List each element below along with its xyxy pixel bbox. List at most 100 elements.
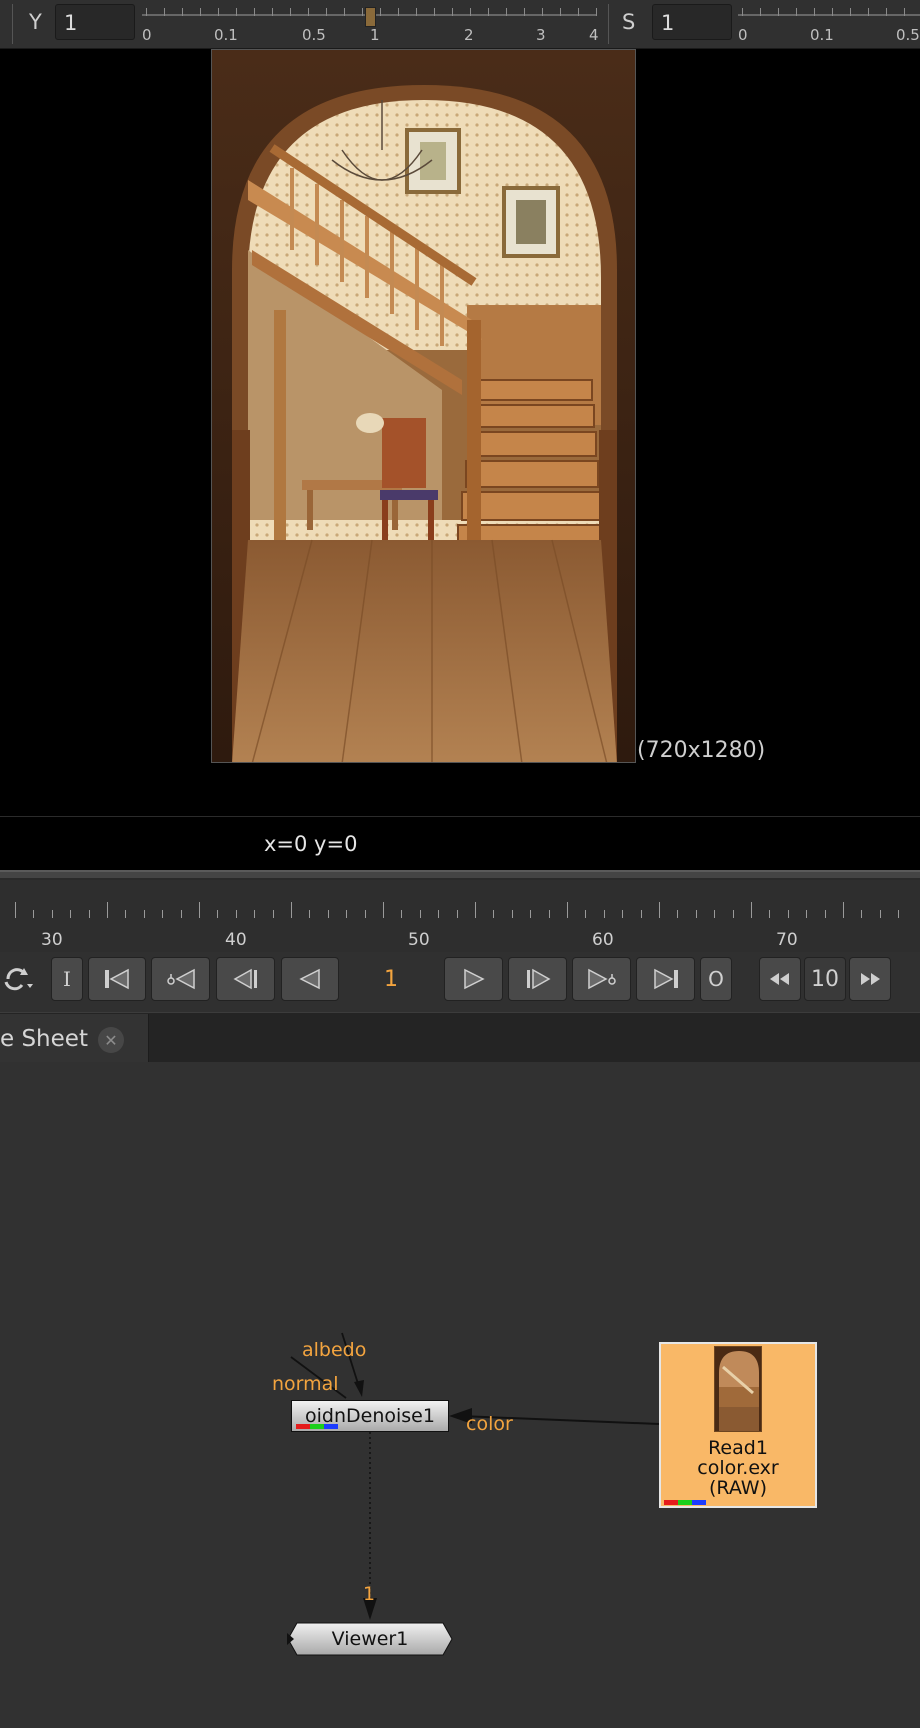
gamma-input[interactable]: 1	[55, 4, 135, 40]
tick-mark	[596, 8, 597, 16]
increment-value: 10	[811, 966, 839, 992]
tick-mark	[199, 902, 200, 918]
tick-mark	[677, 910, 679, 918]
channel-red-indicator	[664, 1500, 678, 1505]
tick-mark	[898, 910, 900, 918]
tick-mark	[714, 910, 716, 918]
tick-mark	[832, 8, 833, 16]
tick-mark	[742, 8, 743, 16]
tick-mark	[861, 910, 863, 918]
next-frame-button[interactable]	[508, 957, 567, 1001]
play-forward-button[interactable]	[444, 957, 503, 1001]
tick-mark	[824, 910, 826, 918]
viewer-input-label: 1	[363, 1583, 376, 1605]
saturation-slider[interactable]	[738, 14, 920, 16]
gamma-slider-handle[interactable]	[365, 7, 376, 27]
tick-mark	[814, 8, 815, 16]
step-back-icon	[232, 968, 257, 990]
skip-to-start-icon	[105, 968, 129, 990]
play-backward-icon	[299, 968, 320, 990]
tick-mark	[344, 8, 345, 16]
tick-mark	[493, 910, 495, 918]
viewer-node-label: Viewer1	[331, 1628, 409, 1650]
in-point-label: I	[63, 967, 71, 991]
tick-mark	[309, 910, 311, 918]
gamma-tick-label: 2	[464, 26, 474, 44]
tick-mark	[434, 8, 435, 16]
thumbnail-image	[715, 1347, 761, 1431]
playback-mode-button[interactable]	[0, 962, 36, 996]
tick-mark	[732, 910, 734, 918]
read-node-name: Read1	[708, 1437, 768, 1459]
gamma-tick-label: 0.5	[302, 26, 326, 44]
tick-mark	[162, 910, 164, 918]
tick-mark	[107, 902, 108, 918]
channel-green-indicator	[310, 1424, 324, 1429]
step-forward-increment-button[interactable]	[849, 957, 891, 1001]
tick-mark	[291, 902, 292, 918]
tick-mark	[659, 902, 660, 918]
tick-mark	[272, 8, 273, 16]
viewer-node[interactable]: Viewer1	[287, 1622, 453, 1656]
tick-mark	[506, 8, 507, 16]
tick-mark	[254, 8, 255, 16]
loop-icon	[4, 968, 33, 991]
tick-mark	[217, 910, 219, 918]
tick-mark	[488, 8, 489, 16]
tick-mark	[806, 910, 808, 918]
play-backward-button[interactable]	[281, 957, 339, 1001]
toolbar-separator	[608, 4, 609, 44]
resolution-label: (720x1280)	[637, 738, 766, 763]
tick-mark	[164, 8, 165, 16]
tick-mark	[182, 8, 183, 16]
tick-mark	[346, 910, 348, 918]
tick-mark	[475, 902, 476, 918]
tick-mark	[578, 8, 579, 16]
next-keyframe-button[interactable]	[572, 957, 631, 1001]
read-node-file: color.exr	[697, 1457, 779, 1479]
tick-mark	[868, 8, 869, 16]
saturation-tick-label: 0	[738, 26, 748, 44]
tick-mark	[524, 8, 525, 16]
tick-mark	[904, 8, 905, 16]
last-frame-button[interactable]	[636, 957, 695, 1001]
gamma-tick-label: 0.1	[214, 26, 238, 44]
tick-mark	[769, 910, 771, 918]
set-out-point-button[interactable]: O	[700, 957, 732, 1001]
tick-mark	[787, 910, 789, 918]
read-node-thumbnail	[714, 1346, 762, 1432]
gamma-tick-label: 4	[589, 26, 599, 44]
channel-red-indicator	[296, 1424, 310, 1429]
tick-mark	[380, 8, 381, 16]
tick-mark	[218, 8, 219, 16]
tick-mark	[438, 910, 440, 918]
albedo-input-label: albedo	[302, 1339, 367, 1361]
tab-label: e Sheet	[0, 1026, 88, 1052]
saturation-label: S	[622, 10, 636, 34]
skip-to-end-icon	[653, 968, 678, 990]
tick-mark	[603, 910, 605, 918]
tick-mark	[843, 902, 844, 918]
tick-mark	[416, 8, 417, 16]
saturation-input[interactable]: 1	[652, 4, 732, 40]
tick-mark	[886, 8, 887, 16]
tick-mark	[398, 8, 399, 16]
frame-increment-input[interactable]: 10	[804, 957, 846, 1001]
current-frame-input[interactable]: 1	[343, 957, 439, 1001]
previous-frame-button[interactable]	[216, 957, 275, 1001]
tick-mark	[751, 902, 752, 918]
close-icon[interactable]: ✕	[98, 1027, 124, 1053]
previous-keyframe-button[interactable]	[151, 957, 210, 1001]
out-point-label: O	[708, 967, 724, 991]
panel-splitter[interactable]	[0, 870, 920, 880]
viewer-controls-bar	[0, 0, 920, 49]
read-node-colorspace: (RAW)	[708, 1477, 767, 1499]
tick-mark	[879, 910, 881, 918]
tick-mark	[401, 910, 403, 918]
set-in-point-button[interactable]: I	[51, 957, 83, 1001]
fast-forward-icon	[861, 973, 880, 985]
step-back-increment-button[interactable]	[759, 957, 801, 1001]
saturation-tick-label: 0.5	[896, 26, 920, 44]
tick-mark	[452, 8, 453, 16]
first-frame-button[interactable]	[88, 957, 146, 1001]
